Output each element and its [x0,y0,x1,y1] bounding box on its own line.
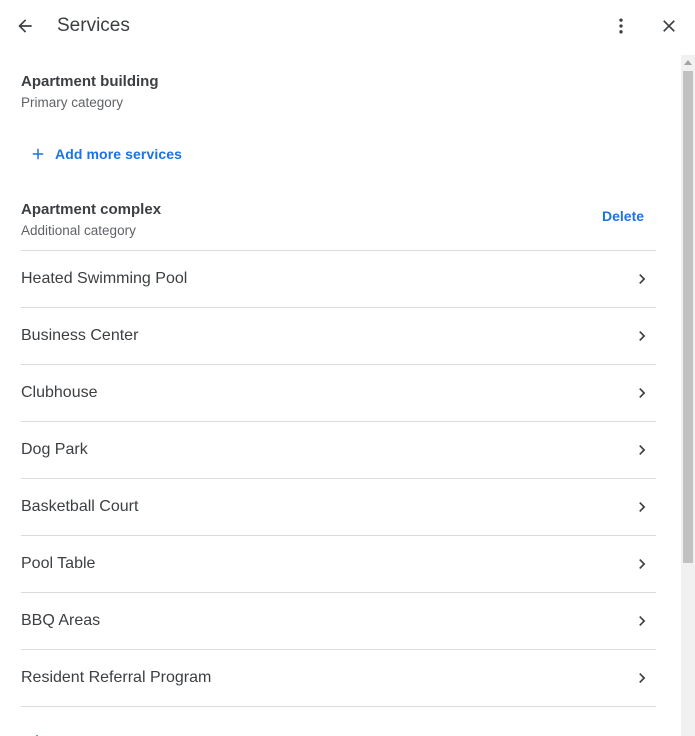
service-label: Basketball Court [21,498,139,515]
more-vertical-icon [619,18,623,34]
service-row-resident-referral-program[interactable]: Resident Referral Program [21,649,656,707]
service-label: BBQ Areas [21,612,101,629]
scroll-up-arrow-icon[interactable] [681,55,695,69]
service-row-heated-swimming-pool[interactable]: Heated Swimming Pool [21,250,656,307]
service-row-bbq-areas[interactable]: BBQ Areas [21,592,656,649]
delete-category-button[interactable]: Delete [602,208,644,224]
chevron-right-icon [632,611,652,631]
service-row-dog-park[interactable]: Dog Park [21,421,656,478]
add-more-services-button[interactable]: Add more services [29,145,182,163]
vertical-scrollbar[interactable] [681,55,695,736]
chevron-right-icon [632,383,652,403]
plus-icon [29,145,47,163]
service-label: Heated Swimming Pool [21,270,188,287]
service-label: Clubhouse [21,384,98,401]
service-row-pool-table[interactable]: Pool Table [21,535,656,592]
plus-icon [21,727,41,736]
add-more-services-label: Add more services [55,146,182,162]
chevron-right-icon [632,326,652,346]
primary-category-type: Primary category [21,95,124,110]
service-label: Resident Referral Program [21,669,212,686]
chevron-right-icon [632,440,652,460]
additional-category-name: Apartment complex [21,201,162,218]
additional-category: Apartment complex Additional category [21,200,161,240]
close-icon [663,20,675,32]
service-list: Heated Swimming Pool Business Center Clu… [21,250,656,707]
page-title: Services [57,15,130,36]
chevron-right-icon [632,668,652,688]
service-row-business-center[interactable]: Business Center [21,307,656,364]
service-row-clubhouse[interactable]: Clubhouse [21,364,656,421]
scrollbar-thumb[interactable] [683,71,693,563]
additional-category-type: Additional category [21,223,136,238]
chevron-right-icon [632,269,652,289]
service-label: Pool Table [21,555,96,572]
close-button[interactable] [653,10,685,42]
more-options-button[interactable] [605,10,637,42]
service-row-basketball-court[interactable]: Basketball Court [21,478,656,535]
back-button[interactable] [9,10,41,42]
chevron-right-icon [632,554,652,574]
dialog-header: Services [0,0,695,53]
primary-category: Apartment building Primary category [21,72,159,112]
services-content: Apartment building Primary category Add … [0,55,680,736]
services-dialog: Services Apartment building Primary cate… [0,0,695,736]
service-label: Dog Park [21,441,88,458]
service-label: Business Center [21,327,139,344]
primary-category-name: Apartment building [21,73,159,90]
chevron-right-icon [632,497,652,517]
arrow-left-icon [18,19,32,33]
